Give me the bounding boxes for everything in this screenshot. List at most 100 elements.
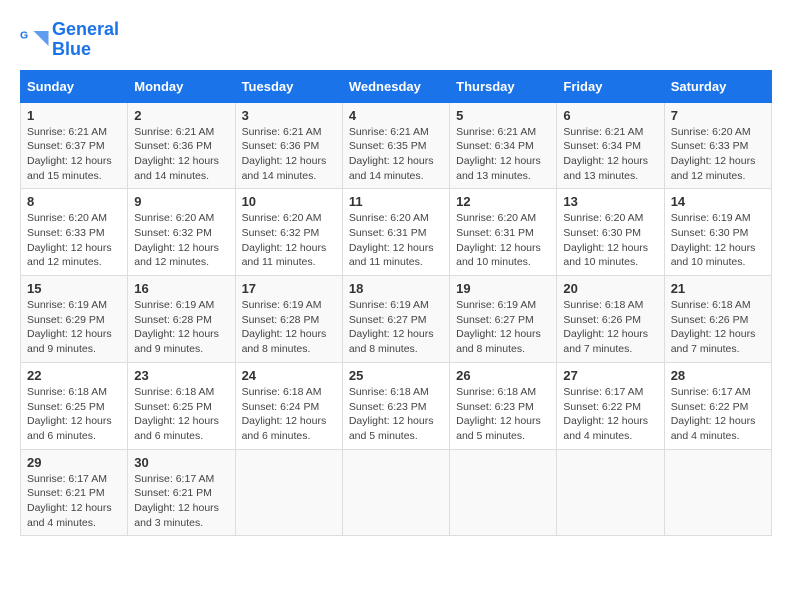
calendar-cell: 14 Sunrise: 6:19 AM Sunset: 6:30 PM Dayl… [664, 189, 771, 276]
day-info: Sunrise: 6:21 AM Sunset: 6:36 PM Dayligh… [242, 125, 336, 184]
day-info: Sunrise: 6:17 AM Sunset: 6:22 PM Dayligh… [671, 385, 765, 444]
day-number: 8 [27, 194, 121, 209]
day-info: Sunrise: 6:20 AM Sunset: 6:32 PM Dayligh… [134, 211, 228, 270]
calendar-cell: 28 Sunrise: 6:17 AM Sunset: 6:22 PM Dayl… [664, 362, 771, 449]
day-header-monday: Monday [128, 70, 235, 102]
day-info: Sunrise: 6:18 AM Sunset: 6:25 PM Dayligh… [27, 385, 121, 444]
day-info: Sunrise: 6:20 AM Sunset: 6:33 PM Dayligh… [671, 125, 765, 184]
calendar-cell: 11 Sunrise: 6:20 AM Sunset: 6:31 PM Dayl… [342, 189, 449, 276]
day-info: Sunrise: 6:18 AM Sunset: 6:24 PM Dayligh… [242, 385, 336, 444]
calendar-cell [664, 449, 771, 536]
logo-icon: G [20, 25, 50, 55]
day-info: Sunrise: 6:20 AM Sunset: 6:31 PM Dayligh… [349, 211, 443, 270]
day-number: 3 [242, 108, 336, 123]
calendar-cell: 8 Sunrise: 6:20 AM Sunset: 6:33 PM Dayli… [21, 189, 128, 276]
day-info: Sunrise: 6:20 AM Sunset: 6:33 PM Dayligh… [27, 211, 121, 270]
day-number: 13 [563, 194, 657, 209]
day-header-tuesday: Tuesday [235, 70, 342, 102]
calendar-cell: 21 Sunrise: 6:18 AM Sunset: 6:26 PM Dayl… [664, 276, 771, 363]
day-number: 4 [349, 108, 443, 123]
calendar-cell: 23 Sunrise: 6:18 AM Sunset: 6:25 PM Dayl… [128, 362, 235, 449]
calendar-body: 1 Sunrise: 6:21 AM Sunset: 6:37 PM Dayli… [21, 102, 772, 536]
page-header: G General Blue [20, 20, 772, 60]
calendar-cell: 3 Sunrise: 6:21 AM Sunset: 6:36 PM Dayli… [235, 102, 342, 189]
day-info: Sunrise: 6:18 AM Sunset: 6:23 PM Dayligh… [349, 385, 443, 444]
day-info: Sunrise: 6:18 AM Sunset: 6:25 PM Dayligh… [134, 385, 228, 444]
calendar-cell: 13 Sunrise: 6:20 AM Sunset: 6:30 PM Dayl… [557, 189, 664, 276]
calendar-cell: 6 Sunrise: 6:21 AM Sunset: 6:34 PM Dayli… [557, 102, 664, 189]
day-info: Sunrise: 6:19 AM Sunset: 6:29 PM Dayligh… [27, 298, 121, 357]
day-number: 5 [456, 108, 550, 123]
day-number: 1 [27, 108, 121, 123]
calendar-cell: 19 Sunrise: 6:19 AM Sunset: 6:27 PM Dayl… [450, 276, 557, 363]
day-info: Sunrise: 6:17 AM Sunset: 6:21 PM Dayligh… [134, 472, 228, 531]
calendar-cell: 1 Sunrise: 6:21 AM Sunset: 6:37 PM Dayli… [21, 102, 128, 189]
day-number: 17 [242, 281, 336, 296]
day-header-sunday: Sunday [21, 70, 128, 102]
day-info: Sunrise: 6:19 AM Sunset: 6:28 PM Dayligh… [134, 298, 228, 357]
day-info: Sunrise: 6:21 AM Sunset: 6:37 PM Dayligh… [27, 125, 121, 184]
calendar-cell: 24 Sunrise: 6:18 AM Sunset: 6:24 PM Dayl… [235, 362, 342, 449]
day-number: 24 [242, 368, 336, 383]
calendar-cell: 30 Sunrise: 6:17 AM Sunset: 6:21 PM Dayl… [128, 449, 235, 536]
calendar-cell: 4 Sunrise: 6:21 AM Sunset: 6:35 PM Dayli… [342, 102, 449, 189]
day-header-saturday: Saturday [664, 70, 771, 102]
day-info: Sunrise: 6:18 AM Sunset: 6:26 PM Dayligh… [671, 298, 765, 357]
day-info: Sunrise: 6:20 AM Sunset: 6:30 PM Dayligh… [563, 211, 657, 270]
calendar-cell: 22 Sunrise: 6:18 AM Sunset: 6:25 PM Dayl… [21, 362, 128, 449]
calendar-cell: 29 Sunrise: 6:17 AM Sunset: 6:21 PM Dayl… [21, 449, 128, 536]
day-number: 23 [134, 368, 228, 383]
day-info: Sunrise: 6:21 AM Sunset: 6:34 PM Dayligh… [563, 125, 657, 184]
day-number: 10 [242, 194, 336, 209]
day-number: 15 [27, 281, 121, 296]
day-number: 14 [671, 194, 765, 209]
calendar-cell: 16 Sunrise: 6:19 AM Sunset: 6:28 PM Dayl… [128, 276, 235, 363]
day-info: Sunrise: 6:21 AM Sunset: 6:36 PM Dayligh… [134, 125, 228, 184]
day-number: 19 [456, 281, 550, 296]
day-header-wednesday: Wednesday [342, 70, 449, 102]
day-info: Sunrise: 6:17 AM Sunset: 6:21 PM Dayligh… [27, 472, 121, 531]
day-number: 20 [563, 281, 657, 296]
day-header-thursday: Thursday [450, 70, 557, 102]
calendar-cell: 25 Sunrise: 6:18 AM Sunset: 6:23 PM Dayl… [342, 362, 449, 449]
day-number: 25 [349, 368, 443, 383]
day-number: 6 [563, 108, 657, 123]
calendar-table: SundayMondayTuesdayWednesdayThursdayFrid… [20, 70, 772, 537]
day-info: Sunrise: 6:19 AM Sunset: 6:27 PM Dayligh… [456, 298, 550, 357]
day-header-friday: Friday [557, 70, 664, 102]
day-info: Sunrise: 6:19 AM Sunset: 6:30 PM Dayligh… [671, 211, 765, 270]
day-number: 2 [134, 108, 228, 123]
day-number: 11 [349, 194, 443, 209]
calendar-week-3: 15 Sunrise: 6:19 AM Sunset: 6:29 PM Dayl… [21, 276, 772, 363]
day-info: Sunrise: 6:20 AM Sunset: 6:32 PM Dayligh… [242, 211, 336, 270]
day-info: Sunrise: 6:18 AM Sunset: 6:26 PM Dayligh… [563, 298, 657, 357]
calendar-week-5: 29 Sunrise: 6:17 AM Sunset: 6:21 PM Dayl… [21, 449, 772, 536]
day-info: Sunrise: 6:19 AM Sunset: 6:28 PM Dayligh… [242, 298, 336, 357]
calendar-cell [557, 449, 664, 536]
day-number: 21 [671, 281, 765, 296]
calendar-week-2: 8 Sunrise: 6:20 AM Sunset: 6:33 PM Dayli… [21, 189, 772, 276]
calendar-cell: 9 Sunrise: 6:20 AM Sunset: 6:32 PM Dayli… [128, 189, 235, 276]
day-number: 16 [134, 281, 228, 296]
day-number: 12 [456, 194, 550, 209]
day-info: Sunrise: 6:20 AM Sunset: 6:31 PM Dayligh… [456, 211, 550, 270]
logo-text: General Blue [52, 20, 119, 60]
day-info: Sunrise: 6:19 AM Sunset: 6:27 PM Dayligh… [349, 298, 443, 357]
day-number: 7 [671, 108, 765, 123]
day-info: Sunrise: 6:17 AM Sunset: 6:22 PM Dayligh… [563, 385, 657, 444]
day-number: 28 [671, 368, 765, 383]
calendar-cell [235, 449, 342, 536]
calendar-cell: 18 Sunrise: 6:19 AM Sunset: 6:27 PM Dayl… [342, 276, 449, 363]
calendar-cell [342, 449, 449, 536]
day-info: Sunrise: 6:21 AM Sunset: 6:34 PM Dayligh… [456, 125, 550, 184]
calendar-week-1: 1 Sunrise: 6:21 AM Sunset: 6:37 PM Dayli… [21, 102, 772, 189]
calendar-cell: 5 Sunrise: 6:21 AM Sunset: 6:34 PM Dayli… [450, 102, 557, 189]
day-number: 22 [27, 368, 121, 383]
calendar-cell: 15 Sunrise: 6:19 AM Sunset: 6:29 PM Dayl… [21, 276, 128, 363]
day-info: Sunrise: 6:21 AM Sunset: 6:35 PM Dayligh… [349, 125, 443, 184]
svg-text:G: G [20, 29, 28, 41]
calendar-cell: 20 Sunrise: 6:18 AM Sunset: 6:26 PM Dayl… [557, 276, 664, 363]
day-number: 26 [456, 368, 550, 383]
calendar-cell: 12 Sunrise: 6:20 AM Sunset: 6:31 PM Dayl… [450, 189, 557, 276]
day-number: 18 [349, 281, 443, 296]
